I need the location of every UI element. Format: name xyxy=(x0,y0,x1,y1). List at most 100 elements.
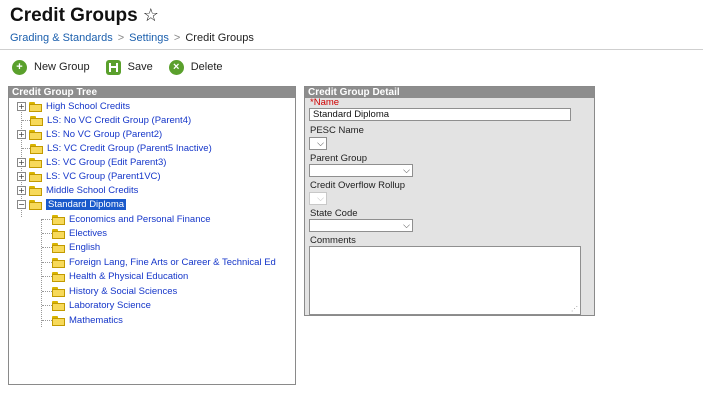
tree-item-label: Mathematics xyxy=(69,315,123,326)
tree-branch-line xyxy=(42,320,52,321)
breadcrumb-settings[interactable]: Settings xyxy=(129,32,169,44)
tree-branch-line xyxy=(22,148,30,149)
plus-icon: + xyxy=(12,59,27,75)
comments-textarea[interactable]: ⋰ xyxy=(309,246,581,315)
state-code-label: State Code xyxy=(310,208,358,219)
tree-child-lab-science[interactable]: Laboratory Science xyxy=(52,299,151,312)
resize-grip-icon[interactable]: ⋰ xyxy=(571,305,578,313)
tree-branch-line xyxy=(42,233,52,234)
tree-item-high-school-credits[interactable]: + High School Credits xyxy=(17,100,130,113)
collapse-icon[interactable]: − xyxy=(17,200,26,209)
tree-item-label: Laboratory Science xyxy=(69,300,151,311)
folder-icon xyxy=(52,315,65,326)
folder-icon xyxy=(29,185,42,196)
credit-group-detail-panel: Credit Group Detail *Name Standard Diplo… xyxy=(304,86,595,316)
new-group-label: New Group xyxy=(34,61,90,73)
folder-icon xyxy=(52,214,65,225)
tree-child-mathematics[interactable]: Mathematics xyxy=(52,314,123,327)
pesc-name-label: PESC Name xyxy=(310,125,364,136)
tree-item-ls-vc-group-edit[interactable]: + LS: VC Group (Edit Parent3) xyxy=(17,156,166,169)
parent-group-select[interactable]: ⌵ xyxy=(309,164,413,177)
save-label: Save xyxy=(127,61,153,73)
tree-child-english[interactable]: English xyxy=(52,241,100,254)
folder-icon xyxy=(52,286,65,297)
comments-label: Comments xyxy=(310,235,356,246)
tree-item-label-selected: Standard Diploma xyxy=(46,199,127,210)
breadcrumb-separator: > xyxy=(173,32,181,44)
folder-icon xyxy=(29,171,42,182)
tree-item-standard-diploma[interactable]: − Standard Diploma xyxy=(17,198,127,211)
tree-child-foreign-lang[interactable]: Foreign Lang, Fine Arts or Career & Tech… xyxy=(52,256,276,269)
tree-branch-line xyxy=(22,120,30,121)
toolbar: + New Group Save × Delete xyxy=(12,58,239,76)
tree-item-ls-no-vc-credit-group[interactable]: LS: No VC Credit Group (Parent4) xyxy=(30,114,191,127)
delete-label: Delete xyxy=(190,61,223,73)
expand-icon[interactable]: + xyxy=(17,172,26,181)
save-button[interactable]: Save xyxy=(105,59,153,75)
tree-child-history[interactable]: History & Social Sciences xyxy=(52,285,177,298)
delete-button[interactable]: × Delete xyxy=(168,59,223,75)
tree-item-label: LS: VC Group (Parent1VC) xyxy=(46,171,161,182)
expand-icon[interactable]: + xyxy=(17,158,26,167)
delete-x-icon: × xyxy=(168,59,184,75)
tree-item-label: LS: VC Group (Edit Parent3) xyxy=(46,157,167,168)
expand-icon[interactable]: + xyxy=(17,186,26,195)
credit-group-tree-panel: Credit Group Tree + High School Credits … xyxy=(8,86,296,385)
tree-branch-line xyxy=(42,305,52,306)
page-title-text: Credit Groups xyxy=(10,5,138,26)
chevron-down-icon: ⌵ xyxy=(403,220,410,230)
tree-item-label: Foreign Lang, Fine Arts or Career & Tech… xyxy=(69,257,276,268)
breadcrumb: Grading & Standards > Settings > Credit Grou… xyxy=(10,32,254,44)
tree-item-label: LS: No VC Group (Parent2) xyxy=(46,129,163,140)
tree-item-label: Health & Physical Education xyxy=(69,271,189,282)
tree-branch-line xyxy=(42,219,52,220)
save-disk-icon xyxy=(105,59,121,75)
tree-item-ls-no-vc-group[interactable]: + LS: No VC Group (Parent2) xyxy=(17,128,162,141)
tree-item-label: History & Social Sciences xyxy=(69,286,178,297)
state-code-select[interactable]: ⌵ xyxy=(309,219,413,232)
tree-branch-line xyxy=(42,247,52,248)
tree-child-economics[interactable]: Economics and Personal Finance xyxy=(52,213,211,226)
name-label: *Name xyxy=(310,97,339,108)
folder-icon xyxy=(30,143,43,154)
breadcrumb-separator: > xyxy=(117,32,125,44)
tree-child-electives[interactable]: Electives xyxy=(52,227,107,240)
folder-icon xyxy=(52,300,65,311)
folder-icon xyxy=(29,157,42,168)
chevron-down-icon: ⌵ xyxy=(317,193,324,203)
chevron-down-icon: ⌵ xyxy=(317,138,324,148)
tree-item-ls-vc-credit-group[interactable]: LS: VC Credit Group (Parent5 Inactive) xyxy=(30,142,212,155)
tree-branch-line xyxy=(42,291,52,292)
new-group-button[interactable]: + New Group xyxy=(12,59,90,75)
tree-child-health-pe[interactable]: Health & Physical Education xyxy=(52,270,188,283)
folder-icon xyxy=(30,115,43,126)
tree-item-label: English xyxy=(69,242,101,253)
folder-open-icon xyxy=(29,199,42,210)
pesc-name-select[interactable]: ⌵ xyxy=(309,137,327,150)
expand-icon[interactable]: + xyxy=(17,130,26,139)
tree-item-middle-school-credits[interactable]: + Middle School Credits xyxy=(17,184,138,197)
folder-icon xyxy=(52,257,65,268)
tree-item-label: Economics and Personal Finance xyxy=(69,214,211,225)
tree-item-label: LS: No VC Credit Group (Parent4) xyxy=(47,115,192,126)
folder-icon xyxy=(52,228,65,239)
folder-icon xyxy=(29,129,42,140)
tree-item-ls-vc-group-parent1[interactable]: + LS: VC Group (Parent1VC) xyxy=(17,170,161,183)
credit-overflow-rollup-select: ⌵ xyxy=(309,192,327,205)
tree-item-label: LS: VC Credit Group (Parent5 Inactive) xyxy=(47,143,212,154)
expand-icon[interactable]: + xyxy=(17,102,26,111)
tree-branch-line xyxy=(42,276,52,277)
tree-item-label: Electives xyxy=(69,228,108,239)
breadcrumb-credit-groups: Credit Groups xyxy=(185,32,254,44)
tree-item-label: High School Credits xyxy=(46,101,130,112)
credit-overflow-rollup-label: Credit Overflow Rollup xyxy=(310,180,406,191)
tree-item-label: Middle School Credits xyxy=(46,185,139,196)
page-title: Credit Groups ☆ xyxy=(10,5,159,27)
tree-panel-header: Credit Group Tree xyxy=(9,87,295,98)
header-divider xyxy=(0,49,703,50)
folder-icon xyxy=(29,101,42,112)
tree-branch-line xyxy=(42,262,52,263)
name-input[interactable]: Standard Diploma xyxy=(309,108,571,121)
favorite-star-icon[interactable]: ☆ xyxy=(143,5,159,25)
breadcrumb-grading-standards[interactable]: Grading & Standards xyxy=(10,32,113,44)
